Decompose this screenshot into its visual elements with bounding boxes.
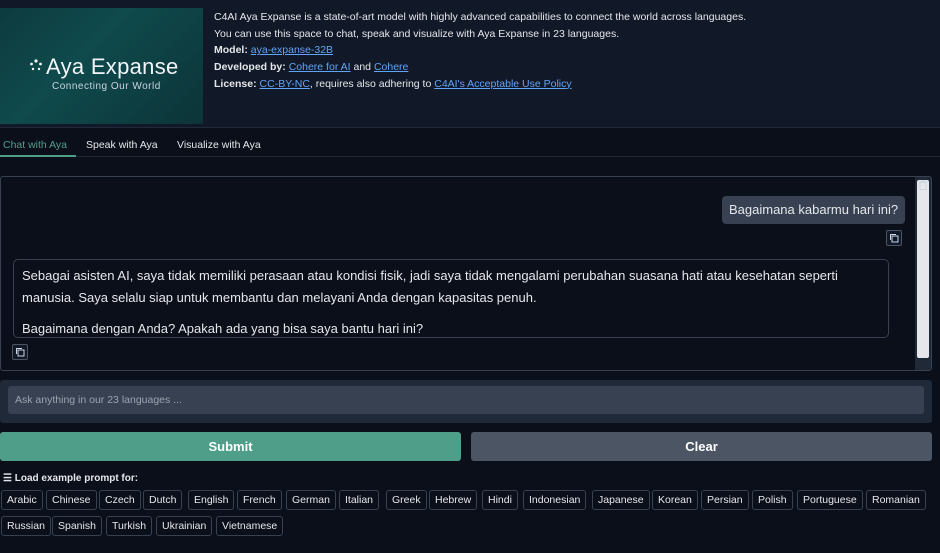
example-chip-chinese[interactable]: Chinese — [46, 490, 97, 510]
example-chip-korean[interactable]: Korean — [652, 490, 698, 510]
info-line-1: C4AI Aya Expanse is a state-of-art model… — [214, 11, 747, 23]
example-chip-turkish[interactable]: Turkish — [106, 516, 153, 536]
example-chip-dutch[interactable]: Dutch — [143, 490, 183, 510]
tab-bar: Chat with Aya Speak with Aya Visualize w… — [0, 129, 940, 157]
model-link[interactable]: aya-expanse-32B — [251, 44, 333, 56]
header: Aya Expanse Connecting Our World C4AI Ay… — [0, 0, 940, 128]
copy-user-message-button[interactable] — [886, 230, 902, 246]
assistant-paragraph-2: Bagaimana dengan Anda? Apakah ada yang b… — [22, 321, 424, 336]
assistant-message: Sebagai asisten AI, saya tidak memiliki … — [13, 259, 889, 338]
aya-expanse-banner: Aya Expanse Connecting Our World — [0, 8, 203, 124]
example-chip-spanish[interactable]: Spanish — [52, 516, 102, 536]
trash-icon[interactable] — [917, 179, 929, 191]
license-link[interactable]: CC-BY-NC — [260, 78, 310, 90]
developer-and: and — [353, 61, 372, 74]
developer-label: Developed by: — [214, 61, 286, 74]
example-chip-italian[interactable]: Italian — [339, 490, 380, 510]
example-chip-french[interactable]: French — [237, 490, 282, 510]
chat-scrollbar-thumb[interactable] — [917, 180, 929, 358]
cohere-link[interactable]: Cohere — [374, 61, 408, 73]
copy-icon — [890, 234, 899, 243]
model-label: Model: — [214, 44, 248, 57]
example-chip-portuguese[interactable]: Portuguese — [797, 490, 863, 510]
user-message: Bagaimana kabarmu hari ini? — [722, 196, 906, 224]
info-model: Model: aya-expanse-32B — [214, 42, 934, 59]
example-chip-japanese[interactable]: Japanese — [592, 490, 650, 510]
prompt-input-container — [0, 380, 932, 423]
prompt-input[interactable] — [8, 386, 924, 414]
example-chip-romanian[interactable]: Romanian — [866, 490, 926, 510]
info-license: License: CC-BY-NC, requires also adherin… — [214, 76, 934, 93]
banner-subtitle: Connecting Our World — [52, 81, 161, 92]
license-text: , requires also adhering to — [309, 77, 432, 90]
tab-speak-with-aya[interactable]: Speak with Aya — [86, 139, 158, 151]
info-line-2: You can use this space to chat, speak an… — [214, 27, 620, 40]
clear-button[interactable]: Clear — [471, 432, 932, 461]
example-chip-persian[interactable]: Persian — [701, 490, 749, 510]
example-prompts-label: ☰ Load example prompt for: — [3, 473, 139, 484]
chat-scrollbar[interactable] — [915, 177, 931, 370]
assistant-paragraph-1: Sebagai asisten AI, saya tidak memiliki … — [22, 268, 838, 305]
example-chip-polish[interactable]: Polish — [752, 490, 793, 510]
acceptable-use-policy-link[interactable]: C4AI's Acceptable Use Policy — [434, 78, 571, 90]
active-tab-indicator — [0, 155, 76, 157]
example-chip-english[interactable]: English — [188, 490, 235, 510]
example-chip-czech[interactable]: Czech — [99, 490, 141, 510]
example-chip-ukrainian[interactable]: Ukrainian — [156, 516, 213, 536]
example-chip-german[interactable]: German — [286, 490, 336, 510]
example-chip-arabic[interactable]: Arabic — [1, 490, 43, 510]
info-developer: Developed by: Cohere for AI and Cohere — [214, 59, 934, 76]
tab-visualize-with-aya[interactable]: Visualize with Aya — [177, 139, 261, 151]
license-label: License: — [214, 77, 257, 90]
example-chip-greek[interactable]: Greek — [386, 490, 427, 510]
cohere-for-ai-link[interactable]: Cohere for AI — [289, 61, 351, 73]
aya-logo-icon — [30, 59, 42, 71]
banner-title: Aya Expanse — [46, 54, 179, 79]
example-chip-hindi[interactable]: Hindi — [482, 490, 518, 510]
copy-icon — [16, 348, 25, 357]
copy-assistant-message-button[interactable] — [12, 344, 28, 360]
example-chip-russian[interactable]: Russian — [1, 516, 51, 536]
model-info: C4AI Aya Expanse is a state-of-art model… — [214, 9, 934, 93]
submit-button[interactable]: Submit — [0, 432, 461, 461]
tab-chat-with-aya[interactable]: Chat with Aya — [3, 139, 67, 151]
example-chip-hebrew[interactable]: Hebrew — [429, 490, 478, 510]
example-chip-indonesian[interactable]: Indonesian — [523, 490, 587, 510]
example-chip-vietnamese[interactable]: Vietnamese — [216, 516, 284, 536]
